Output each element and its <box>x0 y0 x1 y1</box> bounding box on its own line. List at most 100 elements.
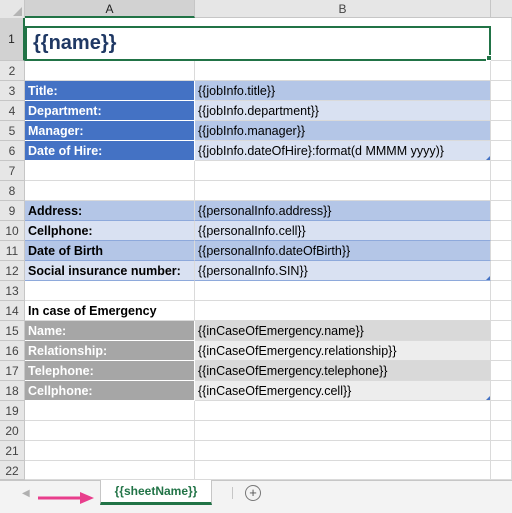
cell-b22[interactable] <box>195 461 491 480</box>
cell-b17-emergency-value[interactable]: {{inCaseOfEmergency.telephone}} <box>195 361 491 381</box>
row-header-3[interactable]: 3 <box>0 81 25 101</box>
cell-b8[interactable] <box>195 181 491 201</box>
cell-a6-job-label[interactable]: Date of Hire: <box>25 141 195 161</box>
cell-c9[interactable] <box>491 201 512 221</box>
cell-b6-job-value[interactable]: {{jobInfo.dateOfHire}:format(d MMMM yyyy… <box>195 141 491 161</box>
cell-a20[interactable] <box>25 421 195 441</box>
row-header-21[interactable]: 21 <box>0 441 25 461</box>
cell-a3-job-label[interactable]: Title: <box>25 81 195 101</box>
cell-b9-personal-value[interactable]: {{personalInfo.address}} <box>195 201 491 221</box>
cell-c21[interactable] <box>491 441 512 461</box>
cell-a2[interactable] <box>25 61 195 81</box>
cell-c4[interactable] <box>491 101 512 121</box>
row-header-10[interactable]: 10 <box>0 221 25 241</box>
cell-c20[interactable] <box>491 421 512 441</box>
cell-c8[interactable] <box>491 181 512 201</box>
cell-a21[interactable] <box>25 441 195 461</box>
cell-a14-emergency-heading[interactable]: In case of Emergency <box>25 301 195 321</box>
column-header-a[interactable]: A <box>25 0 195 18</box>
row-header-1[interactable]: 1 <box>0 18 25 61</box>
row-header-8[interactable]: 8 <box>0 181 25 201</box>
cell-c10[interactable] <box>491 221 512 241</box>
cell-b7[interactable] <box>195 161 491 181</box>
row-header-2[interactable]: 2 <box>0 61 25 81</box>
cell-a13[interactable] <box>25 281 195 301</box>
cell-b4-job-value[interactable]: {{jobInfo.department}} <box>195 101 491 121</box>
cell-c16[interactable] <box>491 341 512 361</box>
table-resize-corner-icon[interactable] <box>486 156 490 160</box>
cell-a12-personal-label[interactable]: Social insurance number: <box>25 261 195 281</box>
cell-b16-emergency-value[interactable]: {{inCaseOfEmergency.relationship}} <box>195 341 491 361</box>
cell-b20[interactable] <box>195 421 491 441</box>
cell-b18-emergency-value[interactable]: {{inCaseOfEmergency.cell}} <box>195 381 491 401</box>
select-all-triangle-icon <box>13 7 22 16</box>
row-header-14[interactable]: 14 <box>0 301 25 321</box>
column-header-c[interactable] <box>491 0 512 18</box>
cell-c2[interactable] <box>491 61 512 81</box>
cell-c1[interactable] <box>491 18 512 61</box>
cell-b13[interactable] <box>195 281 491 301</box>
row-header-13[interactable]: 13 <box>0 281 25 301</box>
cell-b5-job-value[interactable]: {{jobInfo.manager}} <box>195 121 491 141</box>
row-header-22[interactable]: 22 <box>0 461 25 480</box>
table-resize-corner-icon[interactable] <box>486 396 490 400</box>
cell-a4-job-label[interactable]: Department: <box>25 101 195 121</box>
cell-c14[interactable] <box>491 301 512 321</box>
cell-b21[interactable] <box>195 441 491 461</box>
cell-c12[interactable] <box>491 261 512 281</box>
cell-b15-emergency-value[interactable]: {{inCaseOfEmergency.name}} <box>195 321 491 341</box>
row-header-18[interactable]: 18 <box>0 381 25 401</box>
row-header-20[interactable]: 20 <box>0 421 25 441</box>
cell-c19[interactable] <box>491 401 512 421</box>
cell-c5[interactable] <box>491 121 512 141</box>
cell-a19[interactable] <box>25 401 195 421</box>
spreadsheet-grid[interactable]: A B 1 2 3 4 5 6 7 8 9 10 11 12 13 14 15 … <box>0 0 512 480</box>
cell-b10-personal-value[interactable]: {{personalInfo.cell}} <box>195 221 491 241</box>
cell-c7[interactable] <box>491 161 512 181</box>
row-header-16[interactable]: 16 <box>0 341 25 361</box>
row-header-9[interactable]: 9 <box>0 201 25 221</box>
sheet-tab-active[interactable]: {{sheetName}} <box>100 480 212 505</box>
cell-c18[interactable] <box>491 381 512 401</box>
cell-a11-personal-label[interactable]: Date of Birth <box>25 241 195 261</box>
row-header-6[interactable]: 6 <box>0 141 25 161</box>
cell-b2[interactable] <box>195 61 491 81</box>
cell-b3-job-value[interactable]: {{jobInfo.title}} <box>195 81 491 101</box>
cell-c13[interactable] <box>491 281 512 301</box>
cell-a10-personal-label[interactable]: Cellphone: <box>25 221 195 241</box>
add-sheet-button[interactable]: + <box>245 485 261 501</box>
row-header-12[interactable]: 12 <box>0 261 25 281</box>
row-header-17[interactable]: 17 <box>0 361 25 381</box>
row-header-19[interactable]: 19 <box>0 401 25 421</box>
cell-a5-job-label[interactable]: Manager: <box>25 121 195 141</box>
cell-b19[interactable] <box>195 401 491 421</box>
cell-a8[interactable] <box>25 181 195 201</box>
cell-a15-emergency-label[interactable]: Name: <box>25 321 195 341</box>
cell-b14[interactable] <box>195 301 491 321</box>
cell-b11-personal-value[interactable]: {{personalInfo.dateOfBirth}} <box>195 241 491 261</box>
row-header-15[interactable]: 15 <box>0 321 25 341</box>
cell-a1-name-title[interactable]: {{name}} <box>25 26 491 61</box>
select-all-corner[interactable] <box>0 0 25 18</box>
row-header-5[interactable]: 5 <box>0 121 25 141</box>
scroll-tabs-left-icon[interactable]: ◀ <box>22 488 30 499</box>
cell-a22[interactable] <box>25 461 195 480</box>
row-header-7[interactable]: 7 <box>0 161 25 181</box>
cell-c6[interactable] <box>491 141 512 161</box>
sheet-tab-bar: ◀ {{sheetName}} + <box>0 480 512 513</box>
cell-a17-emergency-label[interactable]: Telephone: <box>25 361 195 381</box>
column-header-b[interactable]: B <box>195 0 491 18</box>
cell-a18-emergency-label[interactable]: Cellphone: <box>25 381 195 401</box>
cell-a9-personal-label[interactable]: Address: <box>25 201 195 221</box>
cell-a7[interactable] <box>25 161 195 181</box>
cell-a16-emergency-label[interactable]: Relationship: <box>25 341 195 361</box>
cell-c22[interactable] <box>491 461 512 480</box>
cell-c3[interactable] <box>491 81 512 101</box>
row-header-11[interactable]: 11 <box>0 241 25 261</box>
row-header-4[interactable]: 4 <box>0 101 25 121</box>
cell-c17[interactable] <box>491 361 512 381</box>
table-resize-corner-icon[interactable] <box>486 276 490 280</box>
cell-b12-personal-value[interactable]: {{personalInfo.SIN}} <box>195 261 491 281</box>
cell-c15[interactable] <box>491 321 512 341</box>
cell-c11[interactable] <box>491 241 512 261</box>
